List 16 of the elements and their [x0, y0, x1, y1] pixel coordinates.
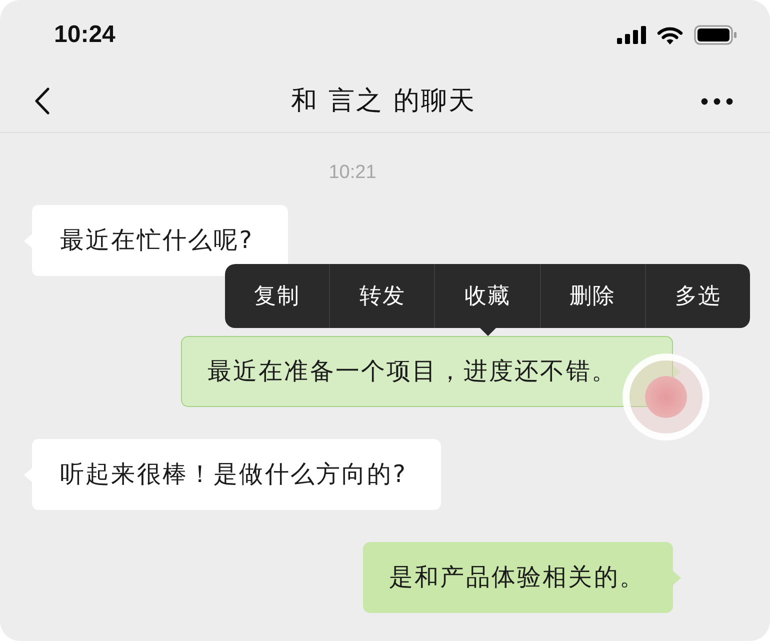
message-timestamp: 10:21 — [328, 161, 376, 185]
battery-icon — [694, 25, 737, 45]
wifi-icon — [657, 26, 683, 44]
menu-item[interactable]: 删除 — [540, 264, 645, 328]
status-time: 10:24 — [54, 21, 116, 49]
message-bubble[interactable]: 听起来很棒！是做什么方向的? — [24, 439, 442, 510]
back-icon[interactable] — [34, 87, 50, 115]
signal-icon — [617, 26, 646, 44]
menu-item[interactable]: 多选 — [644, 264, 750, 328]
message-bubble[interactable]: 是和产品体验相关的。 — [363, 542, 681, 613]
more-icon[interactable] — [701, 98, 733, 104]
chat-title: 和 言之 的聊天 — [291, 85, 476, 118]
message-bubble[interactable]: 最近在准备一个项目，进度还不错。 — [181, 336, 681, 407]
menu-item[interactable]: 转发 — [329, 264, 434, 328]
touch-indicator-icon — [622, 353, 710, 441]
message-bubble[interactable]: 最近在忙什么呢? — [24, 205, 288, 276]
